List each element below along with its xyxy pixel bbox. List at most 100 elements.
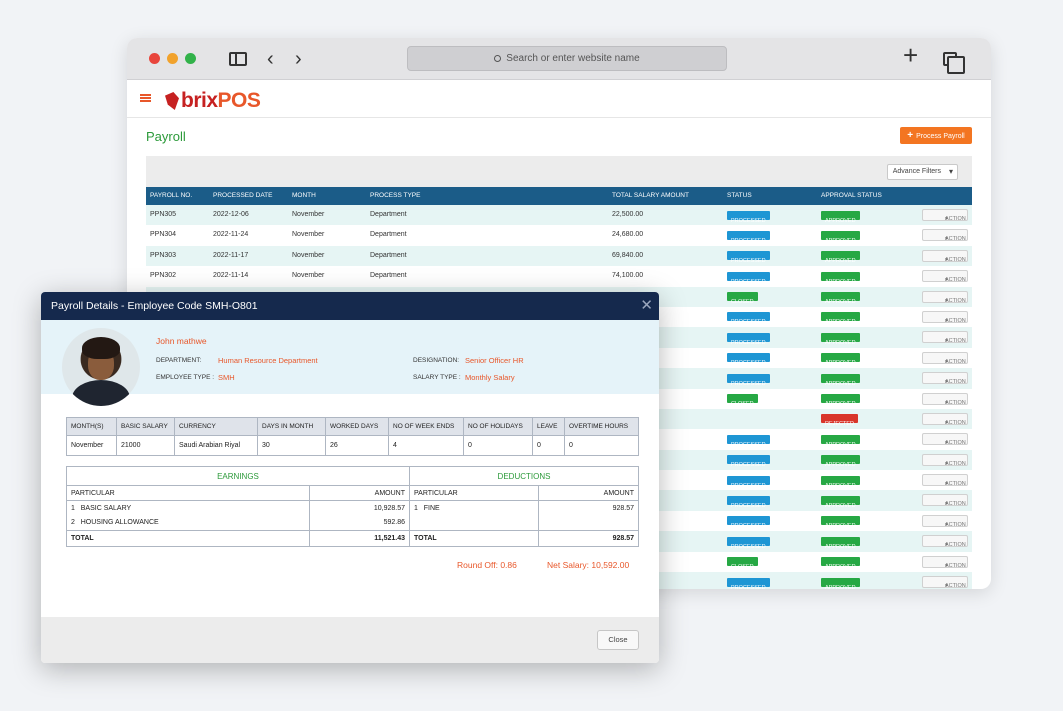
header-payroll-no[interactable]: PAYROLL NO. [150,187,192,205]
header-total-salary[interactable]: TOTAL SALARY AMOUNT [612,187,689,205]
action-dropdown-button[interactable]: ACTION ▾ [922,290,968,304]
approval-badge: APPROVED [821,353,860,366]
status-badge: PROCESSED [727,230,770,244]
action-dropdown-button[interactable]: ACTION ▾ [922,331,968,344]
table-row[interactable]: PPN304 2022-11-24 November Department 24,680… [146,225,972,246]
approval-badge: APPROVED [821,495,860,509]
table-row: 1 BASIC SALARY 10,928.57 1 FINE 928.57 [66,500,639,516]
header-status[interactable]: STATUS [727,187,752,205]
deduction-amount: 928.57 [538,500,639,516]
header-approval-status[interactable]: APPROVAL STATUS [821,187,882,205]
approval-badge: APPROVED [821,475,860,489]
action-dropdown-button[interactable]: ACTION ▾ [922,351,968,365]
address-bar[interactable]: Search or enter website name [407,46,727,71]
filters-bar: Advance Filters [146,156,972,187]
approval-badge: APPROVED [821,394,860,407]
payroll-details-modal: Payroll Details - Employee Code SMH-O801… [41,292,659,663]
forward-arrow-icon[interactable]: › [295,48,302,70]
action-dropdown-button[interactable]: ACTION ▾ [922,249,968,263]
table-row[interactable]: PPN303 2022-11-17 November Department 69,840… [146,245,972,267]
close-window-button[interactable] [149,53,160,64]
deductions-title: DEDUCTIONS [409,466,639,486]
action-dropdown-button[interactable]: ACTION ▾ [922,474,968,487]
header-processed-date[interactable]: PROCESSED DATE [213,187,272,205]
cell-worked-days: 26 [325,435,389,456]
new-tab-icon[interactable]: + [903,42,918,68]
back-arrow-icon[interactable]: ‹ [267,48,274,70]
cell-payroll-no: PPN302 [150,272,177,280]
status-badge: PROCESSED [727,353,770,366]
status-badge: PROCESSED [727,516,770,529]
close-icon[interactable]: ✕ [640,292,653,320]
month-summary-row: November 21000 Saudi Arabian Riyal 30 26… [66,435,639,456]
page-title: Payroll [146,129,186,144]
cell-payroll-no: PPN304 [150,231,177,239]
action-dropdown-button[interactable]: ACTION ▾ [922,453,968,467]
action-dropdown-button[interactable]: ACTION ▾ [922,535,968,548]
header-month[interactable]: MONTH [292,187,316,205]
action-dropdown-button[interactable]: ACTION ▾ [922,412,968,426]
advance-filters-button[interactable]: Advance Filters [886,164,958,180]
status-badge: PROCESSED [727,536,770,550]
action-dropdown-button[interactable]: ACTION ▾ [922,229,968,242]
approval-badge: APPROVED [821,536,860,550]
action-dropdown-button[interactable]: ACTION ▾ [922,270,968,283]
department-label: DEPARTMENT: [156,357,202,364]
cell-processed-date: 2022-12-06 [213,211,249,218]
deductions-particular-header: PARTICULAR [409,485,539,501]
col-days-in-month: DAYS IN MONTH [257,417,326,436]
earning-item: 1 BASIC SALARY [66,500,310,516]
cell-total-salary: 74,100.00 [612,272,644,280]
cell-process-type: Department [370,211,407,218]
cell-overtime: 0 [564,435,639,456]
approval-badge: APPROVED [821,312,860,325]
cell-week-ends: 4 [388,435,464,456]
status-badge: PROCESSED [727,251,770,264]
employee-type-value: SMH [218,373,235,382]
action-dropdown-button[interactable]: ACTION ▾ [922,433,968,446]
earnings-amount-header: AMOUNT [309,485,410,501]
maximize-window-button[interactable] [185,53,196,64]
action-dropdown-button[interactable]: ACTION ▾ [922,310,968,324]
menu-icon[interactable] [140,94,151,102]
tabs-overview-icon[interactable] [943,52,965,74]
modal-header: Payroll Details - Employee Code SMH-O801… [41,292,659,320]
sidebar-toggle-icon[interactable] [229,52,247,66]
deductions-total-label: TOTAL [409,530,539,547]
totals-row: TOTAL 11,521.43 TOTAL 928.57 [66,530,639,547]
modal-title: Payroll Details - Employee Code SMH-O801 [51,300,258,312]
status-badge: CLOSED [727,557,758,570]
action-dropdown-button[interactable]: ACTION ▾ [922,392,968,406]
status-badge: PROCESSED [727,271,770,285]
cell-process-type: Department [370,272,407,280]
table-row[interactable]: PPN305 2022-12-06 November Department 22,500… [146,205,972,226]
col-overtime: OVERTIME HOURS [564,417,639,436]
round-off: Round Off: 0.86 [457,560,517,570]
process-payroll-button[interactable]: + Process Payroll [900,127,972,144]
header-process-type[interactable]: PROCESS TYPE [370,187,420,205]
earning-amount: 10,928.57 [309,500,410,516]
action-dropdown-button[interactable]: ACTION ▾ [922,372,968,385]
earnings-particular-header: PARTICULAR [66,485,310,501]
action-dropdown-button[interactable]: ACTION ▾ [922,494,968,507]
brand-logo[interactable]: brixPOS [165,89,261,113]
close-button[interactable]: Close [597,630,639,650]
cell-processed-date: 2022-11-24 [213,231,249,239]
action-dropdown-button[interactable]: ACTION ▾ [922,514,968,528]
action-dropdown-button[interactable]: ACTION ▾ [922,555,968,569]
net-salary: Net Salary: 10,592.00 [547,560,630,570]
status-badge: PROCESSED [727,475,770,489]
status-badge: CLOSED [727,292,758,305]
address-bar-placeholder: Search or enter website name [506,53,640,64]
status-badge: CLOSED [727,394,758,407]
cell-processed-date: 2022-11-14 [213,272,249,280]
table-row[interactable]: PPN302 2022-11-14 November Department 74,100… [146,266,972,287]
minimize-window-button[interactable] [167,53,178,64]
action-dropdown-button[interactable]: ACTION ▾ [922,576,968,589]
col-months: MONTH(S) [66,417,117,436]
earnings-title: EARNINGS [66,466,410,486]
plus-icon: + [907,130,914,141]
action-dropdown-button[interactable]: ACTION ▾ [922,209,968,222]
approval-badge: APPROVED [821,434,860,448]
cell-holidays: 0 [463,435,533,456]
